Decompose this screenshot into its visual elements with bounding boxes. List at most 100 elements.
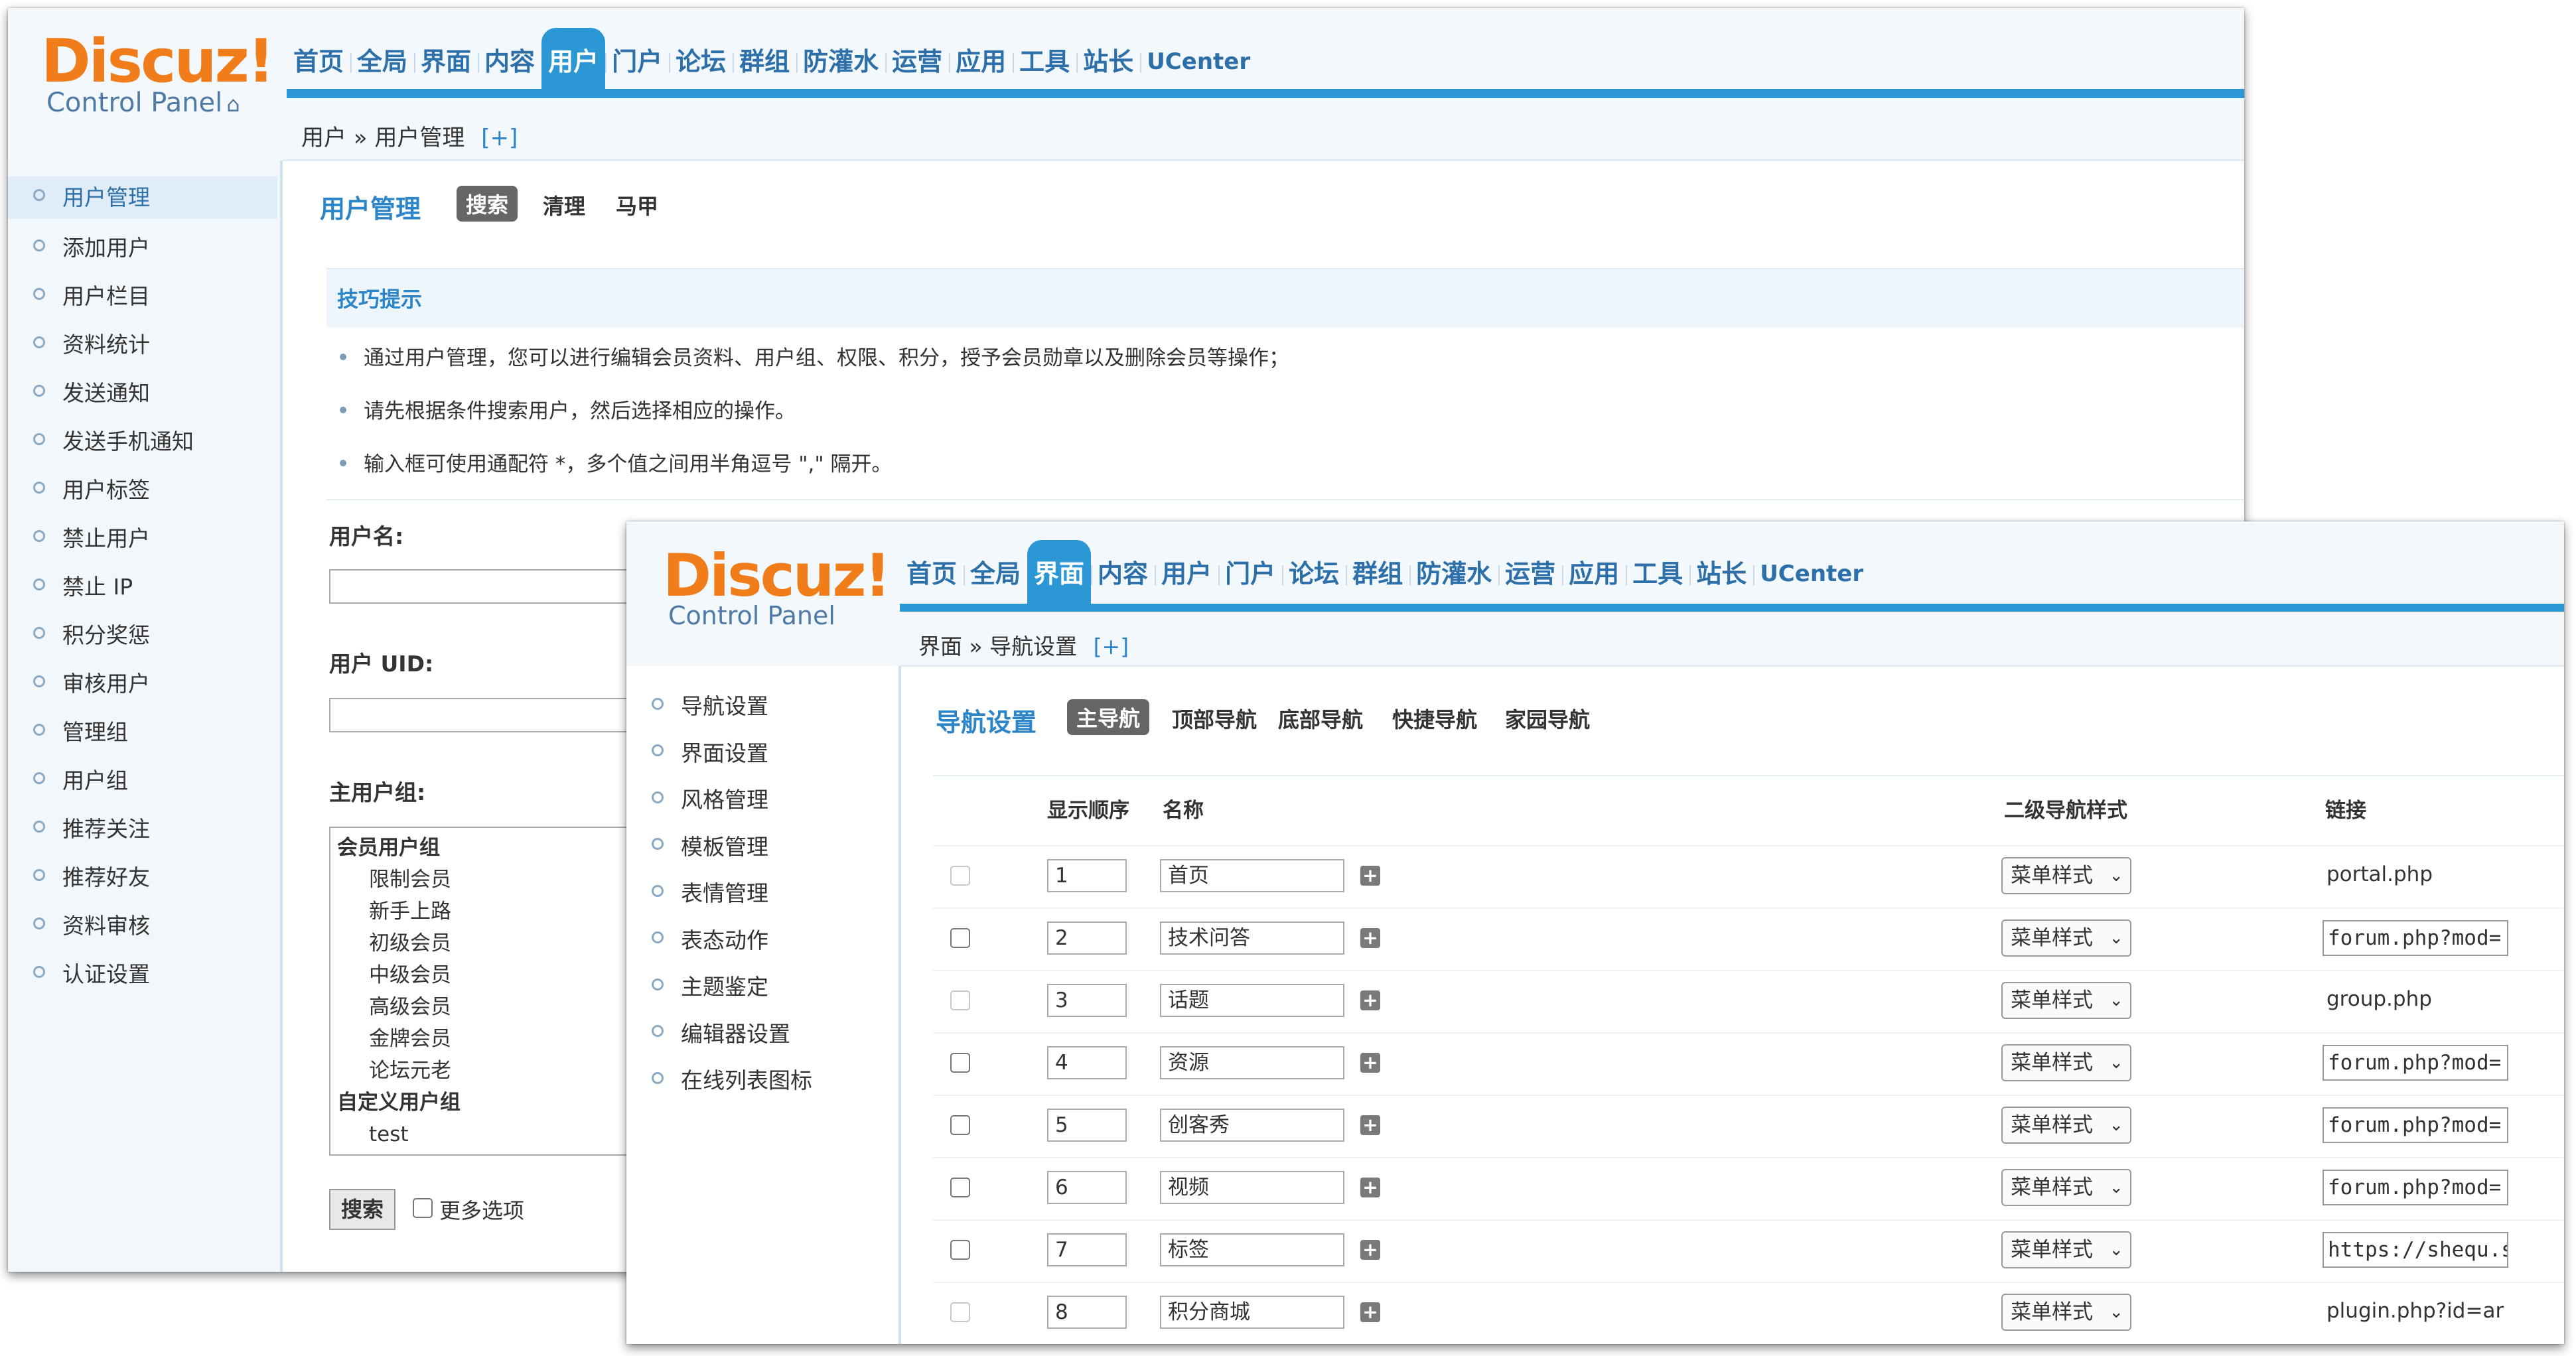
sidebar-item[interactable]: 管理组 [33, 714, 128, 746]
link-input[interactable]: forum.php?mod= [2323, 1170, 2508, 1205]
breadcrumb-add-link[interactable]: [+] [481, 125, 518, 151]
discuz-logo[interactable]: Discuz! [663, 541, 891, 610]
nav-tab-3[interactable]: 内容 [478, 28, 543, 96]
link-input[interactable]: https://shequ.str [2323, 1232, 2508, 1268]
username-input[interactable] [329, 569, 674, 604]
sidebar-item[interactable]: 审核用户 [33, 666, 150, 698]
sidebar-item[interactable]: 导航设置 [652, 689, 768, 720]
name-input[interactable]: 话题 [1160, 984, 1344, 1017]
sidebar-item[interactable]: 界面设置 [652, 736, 768, 768]
tab-4[interactable]: 家园导航 [1505, 703, 1590, 734]
nav-tab-5[interactable]: 门户 [605, 28, 671, 96]
sidebar-item[interactable]: 用户组 [33, 763, 128, 795]
nav-tab-8[interactable]: 防灌水 [796, 28, 887, 96]
row-checkbox[interactable] [950, 866, 970, 886]
nav-tab-13[interactable]: UCenter [1140, 28, 1257, 96]
sidebar-item[interactable]: 发送通知 [33, 375, 150, 407]
add-subnav-icon[interactable]: + [1360, 1053, 1380, 1073]
sidebar-item[interactable]: 主题鉴定 [652, 969, 768, 1001]
sidebar-item[interactable]: 编辑器设置 [652, 1016, 790, 1048]
nav-tab-2[interactable]: 界面 [414, 28, 480, 96]
add-subnav-icon[interactable]: + [1360, 1302, 1380, 1322]
style-select[interactable]: 菜单样式 ⌄ [2001, 919, 2131, 957]
tab-alias[interactable]: 马甲 [616, 190, 658, 220]
add-subnav-icon[interactable]: + [1360, 1240, 1380, 1260]
group-option[interactable]: 限制会员 [330, 864, 673, 896]
order-input[interactable]: 8 [1047, 1296, 1127, 1329]
order-input[interactable]: 7 [1047, 1233, 1127, 1266]
sidebar-item[interactable]: 用户标签 [33, 472, 150, 504]
nav-tab-3[interactable]: 内容 [1091, 540, 1157, 608]
uid-input[interactable] [329, 698, 674, 732]
nav-tab-2[interactable]: 界面 [1027, 540, 1093, 608]
style-select[interactable]: 菜单样式 ⌄ [2001, 1107, 2131, 1144]
discuz-logo[interactable]: Discuz! [41, 27, 275, 96]
nav-tab-12[interactable]: 站长 [1076, 28, 1142, 96]
sidebar-item[interactable]: 推荐关注 [33, 811, 150, 843]
nav-tab-6[interactable]: 论坛 [669, 28, 735, 96]
name-input[interactable]: 资源 [1160, 1046, 1344, 1079]
sidebar-item[interactable]: 风格管理 [652, 782, 768, 814]
sidebar-item[interactable]: 模板管理 [652, 829, 768, 861]
nav-tab-4[interactable]: 用户 [1155, 540, 1220, 608]
tab-cleanup[interactable]: 清理 [543, 190, 585, 220]
nav-tab-10[interactable]: 应用 [949, 28, 1015, 96]
order-input[interactable]: 4 [1047, 1046, 1127, 1079]
sidebar-item[interactable]: 资料审核 [33, 908, 150, 940]
group-option[interactable]: 论坛元老 [330, 1055, 673, 1087]
sidebar-item[interactable]: 积分奖惩 [33, 618, 150, 649]
sidebar-item[interactable]: 禁止用户 [33, 521, 150, 553]
sidebar-item[interactable]: 表情管理 [652, 876, 768, 908]
nav-tab-1[interactable]: 全局 [350, 28, 416, 96]
nav-tab-8[interactable]: 防灌水 [1409, 540, 1500, 608]
style-select[interactable]: 菜单样式 ⌄ [2001, 1231, 2131, 1268]
name-input[interactable]: 首页 [1160, 859, 1344, 892]
style-select[interactable]: 菜单样式 ⌄ [2001, 1044, 2131, 1081]
add-subnav-icon[interactable]: + [1360, 928, 1380, 948]
nav-tab-6[interactable]: 论坛 [1282, 540, 1348, 608]
name-input[interactable]: 技术问答 [1160, 921, 1344, 955]
order-input[interactable]: 3 [1047, 984, 1127, 1017]
sidebar-item[interactable]: 表态动作 [652, 923, 768, 955]
row-checkbox[interactable] [950, 1115, 970, 1135]
nav-tab-9[interactable]: 运营 [1498, 540, 1564, 608]
nav-tab-13[interactable]: UCenter [1753, 540, 1870, 608]
row-checkbox[interactable] [950, 1053, 970, 1073]
row-checkbox[interactable] [950, 1240, 970, 1260]
sidebar-item[interactable]: 在线列表图标 [652, 1063, 812, 1095]
home-icon[interactable]: ⌂ [226, 92, 240, 117]
order-input[interactable]: 5 [1047, 1109, 1127, 1142]
tab-0[interactable]: 主导航 [1067, 699, 1150, 735]
nav-tab-7[interactable]: 群组 [733, 28, 798, 96]
sidebar-item[interactable]: 禁止 IP [33, 569, 133, 601]
add-subnav-icon[interactable]: + [1360, 866, 1380, 886]
group-option[interactable]: 中级会员 [330, 959, 673, 991]
nav-tab-4[interactable]: 用户 [541, 28, 607, 96]
add-subnav-icon[interactable]: + [1360, 1115, 1380, 1135]
tab-3[interactable]: 快捷导航 [1392, 703, 1477, 734]
group-option[interactable]: 金牌会员 [330, 1023, 673, 1055]
style-select[interactable]: 菜单样式 ⌄ [2001, 857, 2131, 894]
sidebar-item[interactable]: 资料统计 [33, 327, 150, 359]
name-input[interactable]: 创客秀 [1160, 1109, 1344, 1142]
nav-tab-9[interactable]: 运营 [885, 28, 951, 96]
nav-tab-11[interactable]: 工具 [1626, 540, 1691, 608]
sidebar-item[interactable]: 推荐好友 [33, 860, 150, 892]
style-select[interactable]: 菜单样式 ⌄ [2001, 1294, 2131, 1331]
group-option[interactable]: 初级会员 [330, 927, 673, 959]
nav-tab-0[interactable]: 首页 [900, 540, 966, 608]
link-input[interactable]: forum.php?mod= [2323, 1045, 2508, 1081]
name-input[interactable]: 视频 [1160, 1171, 1344, 1204]
sidebar-item[interactable]: 发送手机通知 [33, 424, 194, 456]
sidebar-item[interactable]: 用户管理 [8, 176, 277, 219]
group-option[interactable]: 高级会员 [330, 991, 673, 1023]
order-input[interactable]: 1 [1047, 859, 1127, 892]
row-checkbox[interactable] [950, 1178, 970, 1197]
group-listbox[interactable]: 会员用户组 限制会员 新手上路 初级会员 中级会员 高级会员 金牌会员 论坛元老 自定义用户组 t… [329, 827, 674, 1156]
nav-tab-10[interactable]: 应用 [1562, 540, 1628, 608]
group-option[interactable]: 新手上路 [330, 896, 673, 927]
tab-1[interactable]: 顶部导航 [1172, 703, 1257, 734]
link-input[interactable]: forum.php?mod= [2323, 1107, 2508, 1143]
tab-2[interactable]: 底部导航 [1278, 703, 1363, 734]
row-checkbox[interactable] [950, 928, 970, 948]
